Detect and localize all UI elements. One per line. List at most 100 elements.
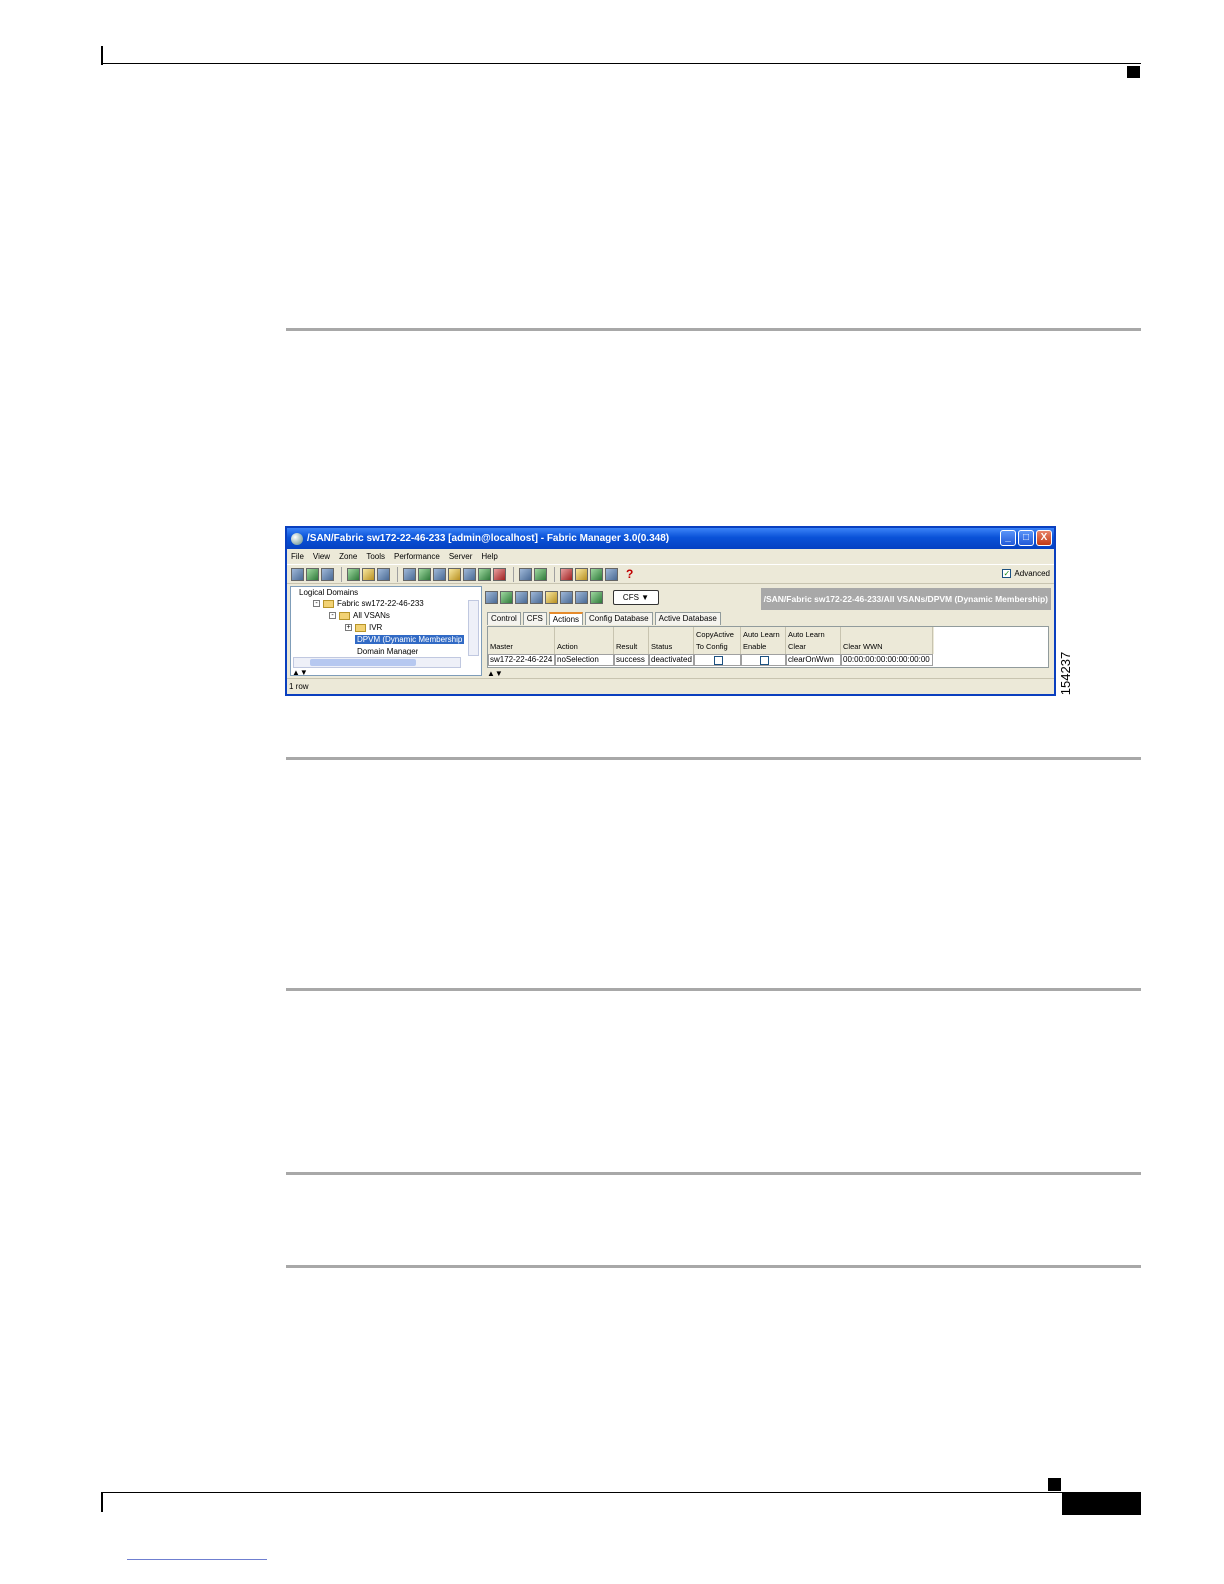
column-header-result[interactable]: Result [614,627,649,654]
advanced-checkbox[interactable]: ✓ [1002,569,1012,578]
compare-icon[interactable] [519,567,532,581]
ivr-icon[interactable] [433,567,446,581]
folder-icon [355,623,366,632]
tree-item-domain-manager[interactable]: Domain Manager [357,647,418,655]
menu-bar: File View Zone Tools Performance Server … [287,549,1054,563]
tree-item-fabric[interactable]: - Fabric sw172-22-46-233 [313,599,424,608]
zone-icon[interactable] [418,567,431,581]
tab-cfs[interactable]: CFS [522,612,547,625]
header-marker [1127,66,1140,78]
menu-performance[interactable]: Performance [394,552,440,561]
save-icon[interactable] [560,590,573,604]
footer-link-underline[interactable] [127,1559,267,1560]
column-header-status[interactable]: Status [649,627,694,654]
discover-icon[interactable] [306,567,319,581]
pane-resize-arrows[interactable]: ▲▼ [487,669,503,678]
cell-status: deactivated [649,654,694,666]
auto-learn-enable-checkbox[interactable] [759,656,769,665]
menu-file[interactable]: File [291,552,304,561]
tab-control[interactable]: Control [487,612,521,625]
delete-row-icon[interactable] [530,590,543,604]
footer-page-tab [1062,1493,1141,1515]
tree-horizontal-scrollbar[interactable] [293,657,461,668]
pane-resize-arrows[interactable]: ▲▼ [292,668,308,677]
cell-auto-learn-enable[interactable] [741,654,786,666]
find-icon[interactable] [321,567,334,581]
column-header-auto-learn-enable[interactable]: Auto Learn Enable [741,627,786,654]
tree-item-all-vsans[interactable]: - All VSANs [329,611,390,620]
cell-master[interactable]: sw172-22-46-224 [488,654,555,666]
column-header-copy-active[interactable]: CopyActive To Config [694,627,741,654]
console-icon[interactable] [605,567,618,581]
create-row-icon[interactable] [515,590,528,604]
tab-actions[interactable]: Actions [548,612,584,625]
status-bar: 1 row [287,678,1054,694]
users-icon[interactable] [377,567,390,581]
column-header-master[interactable]: Master [488,627,555,654]
undo-icon[interactable] [545,590,558,604]
log-icon[interactable] [560,567,573,581]
tree-expander[interactable]: - [329,612,336,619]
folder-icon [323,599,334,608]
cell-auto-learn-clear[interactable]: clearOnWwn [786,654,841,666]
cell-action[interactable]: noSelection [555,654,614,666]
menu-help[interactable]: Help [481,552,497,561]
tree-item-label: All VSANs [353,611,390,620]
menu-tools[interactable]: Tools [366,552,385,561]
section-separator [286,1265,1141,1268]
path-banner: /SAN/Fabric sw172-22-46-233/All VSANs/DP… [760,588,1051,610]
advanced-toggle[interactable]: ✓ Advanced [1002,569,1050,578]
help-icon[interactable]: ? [626,567,633,581]
tab-strip: Control CFS Actions Config Database Acti… [487,612,721,625]
wizard-icon[interactable] [534,567,547,581]
apply-icon[interactable] [485,590,498,604]
print-icon[interactable] [575,590,588,604]
tree-expander[interactable]: + [345,624,352,631]
tree-expander[interactable]: - [313,600,320,607]
menu-server[interactable]: Server [449,552,473,561]
column-header-auto-learn-clear[interactable]: Auto Learn Clear [786,627,841,654]
section-separator [286,988,1141,991]
tree-item-dpvm[interactable]: DPVM (Dynamic Membership [355,635,465,644]
app-icon [291,532,303,545]
cell-clear-wwn[interactable]: 00:00:00:00:00:00:00:00 [841,654,933,666]
close-button[interactable]: X [1036,530,1052,546]
maximize-button[interactable]: □ [1018,530,1034,546]
column-header-clear-wwn[interactable]: Clear WWN [841,627,933,654]
table-row[interactable]: sw172-22-46-224 noSelection success deac… [488,654,934,666]
tree-vertical-scrollbar[interactable] [468,600,479,656]
device-manager-icon[interactable] [347,567,360,581]
tree-item-label: Domain Manager [357,647,419,655]
tab-active-database[interactable]: Active Database [654,612,721,625]
copy-active-checkbox[interactable] [713,656,723,665]
pane-toolbar: CFS ▼ [485,587,659,607]
refresh-icon[interactable] [500,590,513,604]
toolbar-divider [341,566,342,582]
report-icon[interactable] [493,567,506,581]
minimize-button[interactable]: _ [1000,530,1016,546]
column-header-action[interactable]: Action [555,627,614,654]
fabric-icon[interactable] [478,567,491,581]
open-icon[interactable] [291,567,304,581]
tree-item-ivr[interactable]: + IVR [345,623,382,632]
menu-zone[interactable]: Zone [339,552,357,561]
info-icon[interactable] [448,567,461,581]
table-header: Master Action Result Status CopyActive T… [488,627,934,654]
export-icon[interactable] [590,590,603,604]
cfs-dropdown-label: CFS ▼ [622,592,650,602]
security-icon[interactable] [362,567,375,581]
tab-config-database[interactable]: Config Database [585,612,653,625]
section-separator [286,1172,1141,1175]
cell-copy-active[interactable] [694,654,741,666]
scrollbar-thumb[interactable] [310,659,416,666]
chart-icon[interactable] [463,567,476,581]
cfs-dropdown[interactable]: CFS ▼ [613,589,659,605]
section-separator [286,328,1141,331]
alerts-icon[interactable] [575,567,588,581]
flow-icon[interactable] [403,567,416,581]
performance-icon[interactable] [590,567,603,581]
dpvm-pane: CFS ▼ /SAN/Fabric sw172-22-46-233/All VS… [485,586,1051,678]
toolbar-divider [513,566,514,582]
window-titlebar[interactable]: /SAN/Fabric sw172-22-46-233 [admin@local… [287,528,1054,549]
menu-view[interactable]: View [313,552,330,561]
